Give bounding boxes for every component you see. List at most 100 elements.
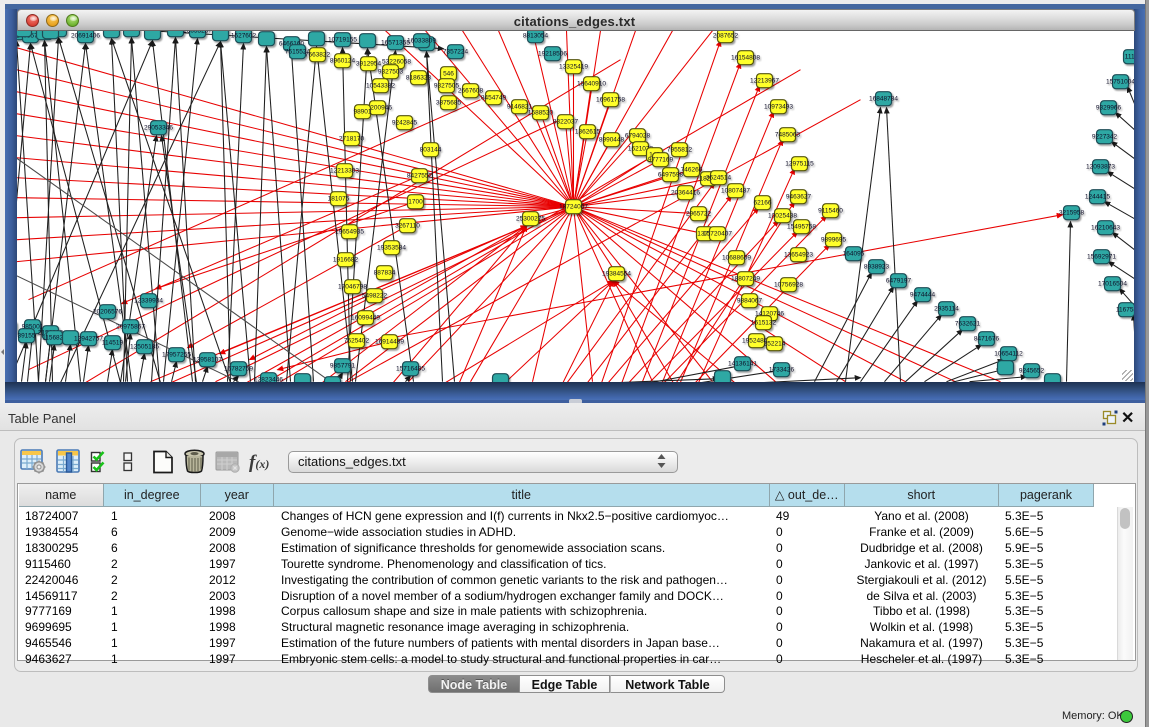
svg-text:16914489: 16914489 (375, 339, 404, 346)
svg-text:1244415: 1244415 (1084, 194, 1110, 201)
svg-text:7663822: 7663822 (304, 52, 330, 59)
svg-text:3215958: 3215958 (1058, 210, 1084, 217)
svg-text:3875685: 3875685 (435, 100, 461, 107)
svg-text:15692971: 15692971 (1087, 254, 1116, 261)
svg-text:1700: 1700 (408, 199, 423, 206)
svg-text:16033809: 16033809 (407, 38, 436, 45)
svg-text:16571355: 16571355 (381, 40, 410, 47)
svg-text:546: 546 (443, 71, 454, 78)
svg-text:1362615: 1362615 (574, 129, 600, 136)
svg-text:12942757: 12942757 (74, 336, 103, 343)
svg-text:8960124: 8960124 (329, 58, 355, 65)
svg-text:18640910: 18640910 (577, 81, 606, 88)
svg-text:10654112: 10654112 (994, 351, 1023, 358)
svg-text:9857791: 9857791 (329, 363, 355, 370)
svg-text:803144: 803144 (419, 147, 441, 154)
svg-text:8938923: 8938923 (863, 264, 889, 271)
svg-text:1112: 1112 (1124, 54, 1133, 61)
svg-text:20975867: 20975867 (116, 324, 145, 331)
svg-text:19384554: 19384554 (602, 271, 631, 278)
svg-text:3912954: 3912954 (355, 61, 381, 68)
svg-text:12093873: 12093873 (1086, 164, 1115, 171)
svg-text:62166: 62166 (753, 200, 771, 207)
svg-text:18724007: 18724007 (559, 204, 588, 211)
svg-text:20206576: 20206576 (93, 309, 122, 316)
svg-text:9474444: 9474444 (909, 292, 935, 299)
svg-text:14136141: 14136141 (728, 361, 757, 368)
svg-text:16099449: 16099449 (351, 315, 380, 322)
svg-text:8813054: 8813054 (522, 33, 548, 40)
svg-text:9777169: 9777169 (647, 157, 673, 164)
svg-text:5498222: 5498222 (361, 293, 387, 300)
svg-text:746266: 746266 (680, 167, 702, 174)
svg-text:9899695: 9899695 (820, 237, 846, 244)
svg-text:9329966: 9329966 (1095, 105, 1121, 112)
svg-text:25300275: 25300275 (516, 216, 545, 223)
svg-text:887834: 887834 (373, 270, 395, 277)
svg-text:10719155: 10719155 (328, 37, 357, 44)
svg-text:12339934: 12339934 (134, 298, 163, 305)
svg-text:10653287: 10653287 (183, 31, 212, 35)
svg-text:7955812: 7955812 (666, 147, 692, 154)
svg-text:15716485: 15716485 (396, 366, 425, 373)
svg-text:2718170: 2718170 (338, 136, 364, 143)
svg-text:12213303: 12213303 (330, 168, 359, 175)
svg-text:9245652: 9245652 (1018, 368, 1044, 375)
svg-text:9242845: 9242845 (391, 120, 417, 127)
svg-text:164095: 164095 (842, 251, 864, 258)
svg-text:116753: 116753 (1115, 307, 1133, 314)
svg-text:18807249: 18807249 (731, 276, 760, 283)
svg-text:10543382: 10543382 (366, 83, 395, 90)
svg-text:8990448: 8990448 (598, 137, 624, 144)
svg-text:16210643: 16210643 (1091, 225, 1120, 232)
svg-text:16154808: 16154808 (731, 55, 760, 62)
svg-text:12213967: 12213967 (750, 78, 779, 85)
svg-text:13958107: 13958107 (193, 357, 222, 364)
svg-text:7357224: 7357224 (442, 49, 468, 56)
svg-text:8471676: 8471676 (973, 336, 999, 343)
svg-text:181075: 181075 (327, 196, 349, 203)
svg-text:9115460: 9115460 (818, 208, 843, 215)
svg-text:15720407: 15720407 (703, 231, 732, 238)
svg-text:9227342: 9227342 (1091, 134, 1117, 141)
svg-text:16782759: 16782759 (224, 366, 253, 373)
svg-text:19353584: 19353584 (377, 245, 406, 252)
svg-text:1527602: 1527602 (230, 33, 256, 40)
svg-text:19654935: 19654935 (335, 229, 364, 236)
svg-text:17016504: 17016504 (1098, 281, 1127, 288)
svg-text:7485063: 7485063 (774, 132, 800, 139)
svg-text:10807487: 10807487 (721, 188, 750, 195)
svg-text:10688609: 10688609 (722, 255, 751, 262)
svg-text:20364416: 20364416 (671, 190, 700, 197)
svg-text:29053346: 29053346 (144, 125, 173, 132)
svg-text:13325419: 13325419 (559, 64, 588, 71)
svg-text:1615132: 1615132 (750, 320, 776, 327)
svg-text:16848784: 16848784 (869, 96, 898, 103)
svg-text:10756928: 10756928 (774, 282, 803, 289)
svg-text:15751004: 15751004 (1106, 79, 1134, 86)
svg-text:10025438: 10025438 (768, 213, 797, 220)
svg-text:8186323: 8186323 (405, 75, 431, 82)
svg-text:252214: 252214 (763, 341, 785, 348)
svg-text:2087652: 2087652 (712, 33, 738, 40)
svg-text:2935114: 2935114 (934, 306, 959, 313)
svg-text:19218506: 19218506 (538, 51, 567, 58)
svg-text:6794028: 6794028 (624, 133, 650, 140)
svg-text:13654923: 13654923 (784, 252, 813, 259)
svg-text:2965722: 2965722 (685, 211, 711, 218)
svg-text:9884067: 9884067 (736, 298, 762, 305)
svg-text:10973493: 10973493 (764, 104, 793, 111)
svg-text:17046798: 17046798 (338, 284, 367, 291)
svg-text:8427552: 8427552 (406, 173, 432, 180)
svg-text:1916682: 1916682 (332, 257, 358, 264)
svg-text:3267110: 3267110 (395, 223, 420, 230)
svg-text:2667608: 2667608 (457, 88, 483, 95)
svg-text:9327505: 9327505 (433, 83, 459, 90)
svg-text:16961758: 16961758 (596, 97, 625, 104)
svg-text:114519: 114519 (101, 340, 123, 347)
svg-text:9327503: 9327503 (377, 69, 403, 76)
svg-text:12505185: 12505185 (130, 344, 159, 351)
svg-text:17957255: 17957255 (162, 352, 191, 359)
svg-text:12975115: 12975115 (785, 161, 814, 168)
svg-text:8454749: 8454749 (480, 95, 506, 102)
